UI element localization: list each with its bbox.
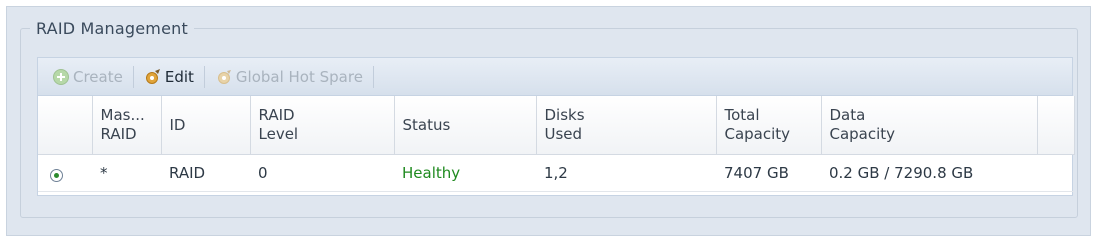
- toolbar: Create Edit Global Hot Spare: [38, 58, 1072, 96]
- section-title: RAID Management: [30, 19, 194, 38]
- global-hot-spare-label: Global Hot Spare: [235, 67, 363, 86]
- raid-level-header[interactable]: RAID Level: [250, 96, 395, 155]
- create-label: Create: [73, 67, 123, 86]
- row-radio-button[interactable]: [50, 169, 63, 182]
- global-hot-spare-button[interactable]: Global Hot Spare: [209, 63, 369, 91]
- raid-panel: Create Edit Global Hot Spare Mas... RAID…: [37, 57, 1075, 196]
- row-select-cell[interactable]: [38, 154, 92, 192]
- filler-column-header: [1037, 96, 1075, 155]
- filler-cell: [1037, 154, 1074, 192]
- toolbar-separator: [372, 65, 374, 88]
- gear-edit-icon: [145, 68, 160, 84]
- total-capacity-header[interactable]: Total Capacity: [716, 96, 822, 155]
- disks-used-cell: 1,2: [536, 154, 716, 192]
- add-circle-icon: [53, 68, 69, 85]
- data-capacity-header[interactable]: Data Capacity: [821, 96, 1038, 155]
- create-button[interactable]: Create: [46, 63, 129, 91]
- total-capacity-cell: 7407 GB: [716, 154, 821, 192]
- status-header[interactable]: Status: [394, 96, 537, 155]
- table-header-row: Mas... RAID ID RAID Level Status Disks U…: [38, 96, 1075, 155]
- toolbar-separator: [203, 65, 205, 88]
- raid-table: Mas... RAID ID RAID Level Status Disks U…: [38, 96, 1075, 192]
- edit-label: Edit: [164, 67, 194, 86]
- status-cell: Healthy: [394, 154, 536, 192]
- toolbar-separator: [132, 65, 134, 88]
- table-row[interactable]: * RAID 0 Healthy 1,2 7407 GB 0.2 GB / 72…: [38, 154, 1074, 192]
- edit-button[interactable]: Edit: [138, 63, 200, 91]
- id-header[interactable]: ID: [161, 96, 251, 155]
- disks-used-header[interactable]: Disks Used: [536, 96, 717, 155]
- gear-icon: [217, 69, 231, 84]
- raid-level-cell: 0: [250, 154, 394, 192]
- select-column-header: [38, 96, 93, 155]
- data-capacity-cell: 0.2 GB / 7290.8 GB: [821, 154, 1037, 192]
- id-cell: RAID: [161, 154, 250, 192]
- master-raid-header[interactable]: Mas... RAID: [92, 96, 162, 155]
- master-raid-cell: *: [92, 154, 161, 192]
